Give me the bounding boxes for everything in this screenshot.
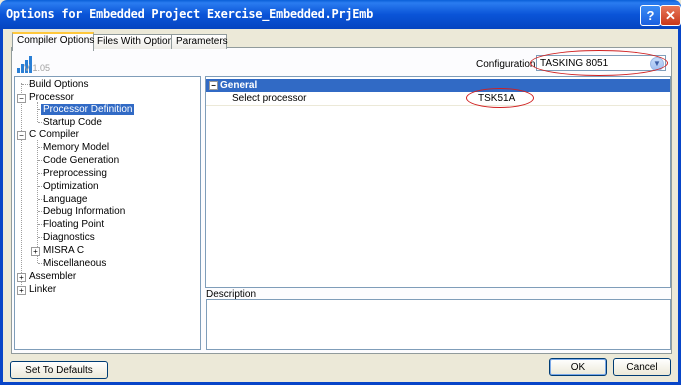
tab-parameters[interactable]: Parameters <box>171 34 228 49</box>
configuration-label: Configuration <box>476 59 536 70</box>
tree-item-build-options[interactable]: Build Options <box>29 78 88 91</box>
tree-item-floating-point[interactable]: Floating Point <box>43 218 104 231</box>
expand-icon[interactable]: + <box>17 273 26 282</box>
collapse-icon[interactable]: − <box>209 81 218 90</box>
property-grid[interactable]: − General Select processor TSK51A <box>205 76 671 288</box>
tree-line <box>37 140 38 263</box>
chevron-down-icon[interactable]: ▼ <box>650 57 664 71</box>
ok-button[interactable]: OK <box>549 358 607 376</box>
tree-item-c-compiler[interactable]: C Compiler <box>29 128 79 141</box>
collapse-icon[interactable]: − <box>17 94 26 103</box>
tree-item-processor-definition[interactable]: Processor Definition <box>41 103 135 116</box>
version-label: V 1.05 <box>24 63 51 73</box>
tree-item-linker[interactable]: Linker <box>29 283 56 296</box>
tree-item-code-generation[interactable]: Code Generation <box>43 154 119 167</box>
title-bar[interactable]: Options for Embedded Project Exercise_Em… <box>0 0 681 29</box>
collapse-icon[interactable]: − <box>17 131 26 140</box>
expand-icon[interactable]: + <box>17 286 26 295</box>
tree-item-diagnostics[interactable]: Diagnostics <box>43 231 95 244</box>
tree-item-miscellaneous[interactable]: Miscellaneous <box>43 257 106 270</box>
property-value[interactable]: TSK51A <box>478 92 515 105</box>
tab-files-with-options[interactable]: Files With Options <box>92 34 178 49</box>
expand-icon[interactable]: + <box>31 247 40 256</box>
options-tree[interactable]: Build Options − Processor Processor Defi… <box>14 76 201 350</box>
window-frame-left <box>0 29 3 385</box>
close-icon[interactable]: ✕ <box>660 5 681 26</box>
tree-item-optimization[interactable]: Optimization <box>43 180 99 193</box>
description-box <box>206 299 671 350</box>
tree-item-memory-model[interactable]: Memory Model <box>43 141 109 154</box>
tree-item-preprocessing[interactable]: Preprocessing <box>43 167 107 180</box>
help-icon[interactable]: ? <box>640 5 661 26</box>
tree-line <box>21 83 22 291</box>
configuration-select[interactable]: TASKING 8051 ▼ <box>536 55 666 71</box>
tree-item-debug-information[interactable]: Debug Information <box>43 205 125 218</box>
property-category[interactable]: − General <box>206 79 670 92</box>
property-row[interactable]: Select processor TSK51A <box>206 92 670 106</box>
tree-line <box>37 102 38 122</box>
property-key: Select processor <box>232 93 307 104</box>
window-title: Options for Embedded Project Exercise_Em… <box>6 7 374 21</box>
tree-item-assembler[interactable]: Assembler <box>29 270 76 283</box>
tree-item-misra-c[interactable]: MISRA C <box>43 244 84 257</box>
cancel-button[interactable]: Cancel <box>613 358 671 376</box>
configuration-value: TASKING 8051 <box>540 58 609 69</box>
tab-compiler-options[interactable]: Compiler Options <box>12 32 94 51</box>
set-to-defaults-button[interactable]: Set To Defaults <box>10 361 108 379</box>
